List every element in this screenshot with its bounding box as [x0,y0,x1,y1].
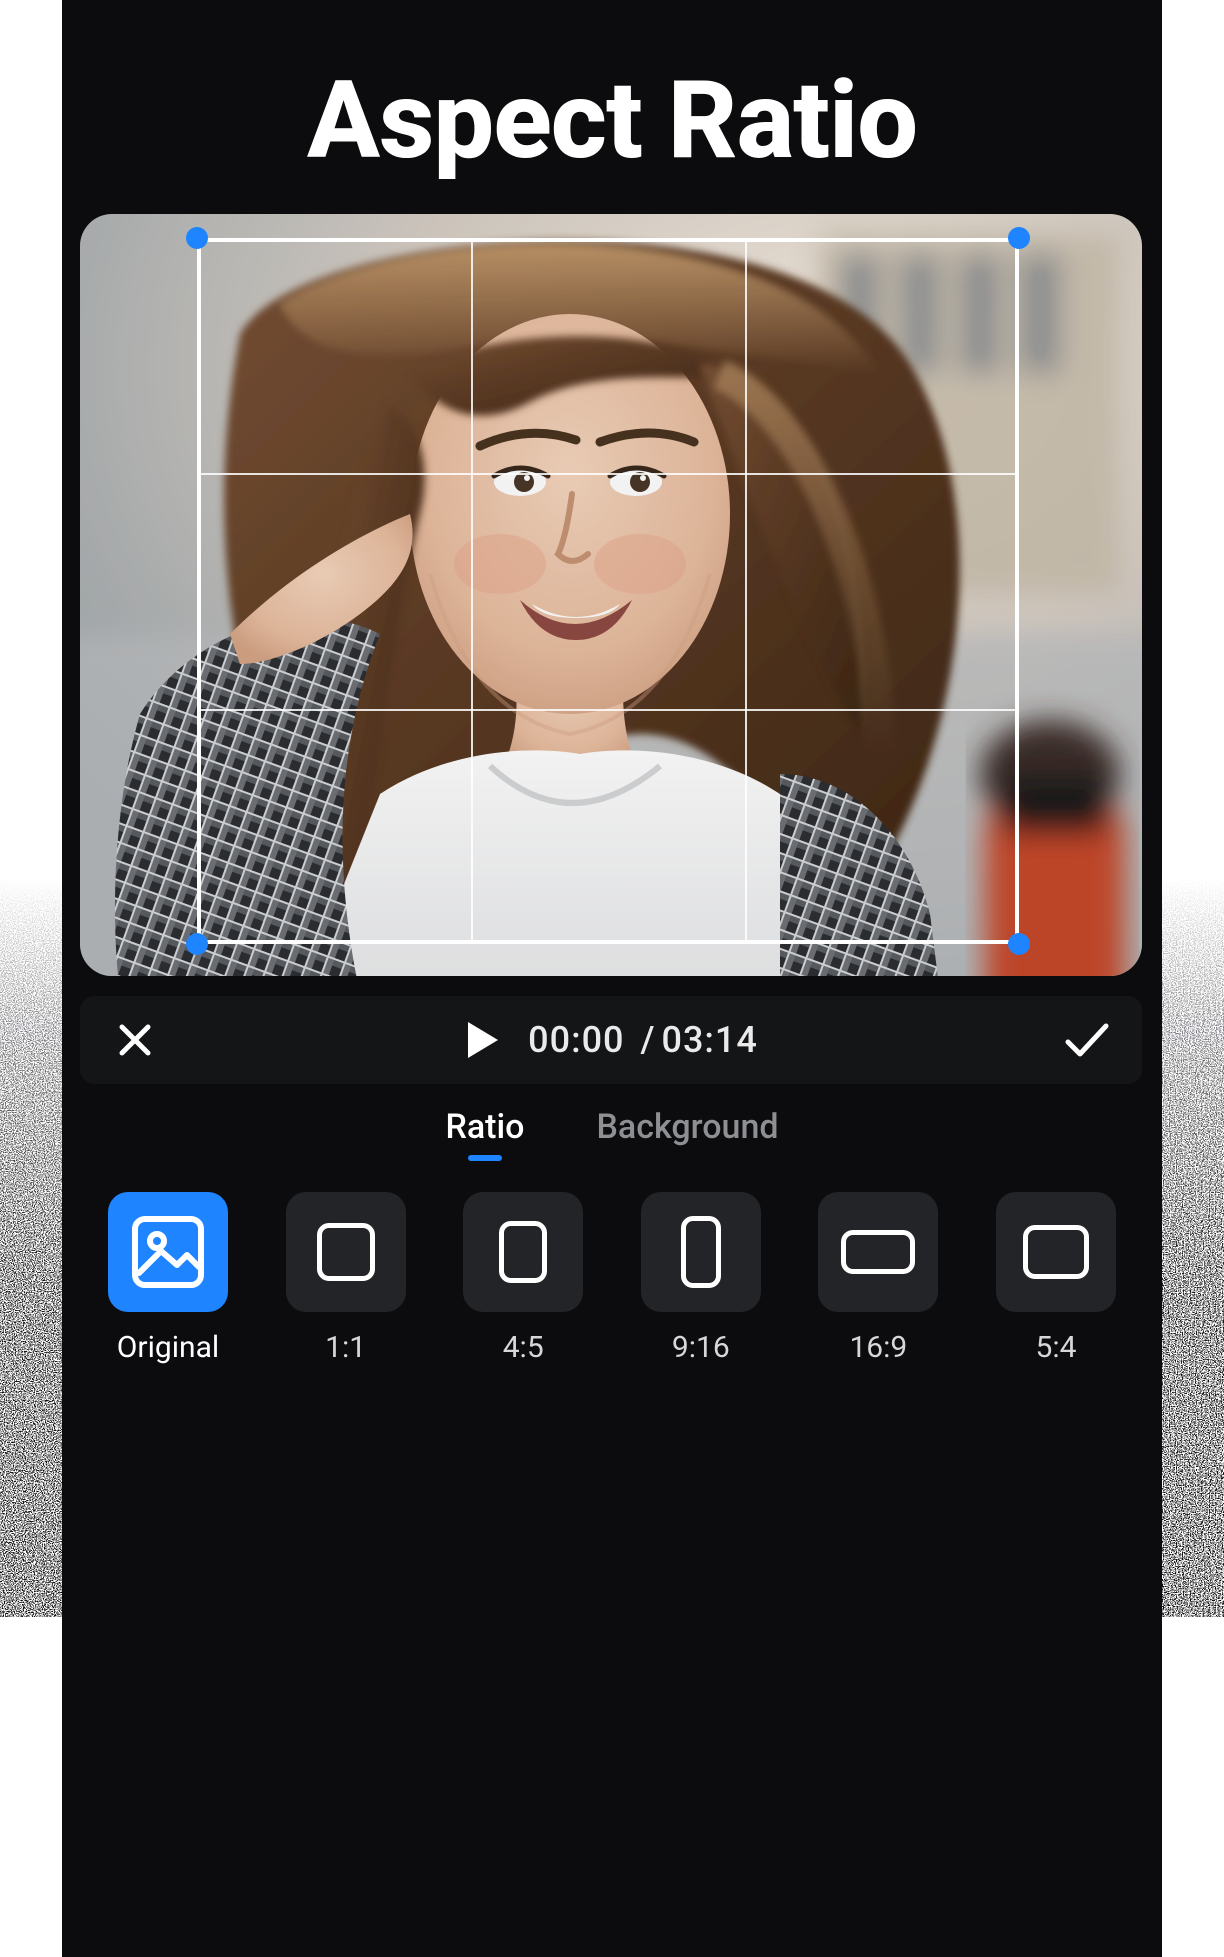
confirm-button[interactable] [1032,1022,1142,1058]
ratio-option-4-5[interactable]: 4:5 [447,1192,599,1365]
tab-ratio[interactable]: Ratio [445,1107,524,1147]
ratio-swatch-9-16 [641,1192,761,1312]
ratio-option-5-4[interactable]: 5:4 [980,1192,1132,1365]
ratio-swatch-original [108,1192,228,1312]
cancel-button[interactable] [80,1020,190,1060]
ratio-label-original: Original [117,1330,219,1365]
play-button[interactable] [464,1020,500,1060]
preview-image [80,214,1142,976]
ratio-swatch-4-5 [463,1192,583,1312]
ratio-label-4-5: 4:5 [503,1330,544,1365]
image-icon [129,1213,207,1291]
ratio-swatch-16-9 [818,1192,938,1312]
tab-background[interactable]: Background [596,1107,778,1147]
ratio-shape-16-9 [841,1230,915,1274]
ratio-shape-1-1 [317,1223,375,1281]
ratio-swatch-1-1 [286,1192,406,1312]
media-preview[interactable] [80,214,1142,976]
app-frame: Aspect Ratio [62,0,1162,1957]
check-icon [1064,1022,1110,1058]
ratio-option-9-16[interactable]: 9:16 [625,1192,777,1365]
ratio-option-16-9[interactable]: 16:9 [802,1192,954,1365]
current-time: 00:00 [528,1019,624,1061]
ratio-option-original[interactable]: Original [92,1192,244,1365]
ratio-label-5-4: 5:4 [1035,1330,1076,1365]
tab-bar: Ratio Background [62,1092,1162,1162]
ratio-shape-4-5 [499,1221,547,1283]
ratio-label-1-1: 1:1 [325,1330,366,1365]
page-title: Aspect Ratio [62,58,1162,184]
total-duration: 03:14 [662,1019,758,1061]
time-separator: / [640,1019,655,1061]
ratio-label-16-9: 16:9 [849,1330,907,1365]
time-display: 00:00 /03:14 [528,1019,758,1061]
playback-bar: 00:00 /03:14 [80,996,1142,1084]
ratio-options: Original 1:1 4:5 9:16 16:9 5:4 [62,1192,1162,1365]
ratio-option-1-1[interactable]: 1:1 [270,1192,422,1365]
ratio-shape-9-16 [681,1216,721,1288]
close-icon [115,1020,155,1060]
play-icon [464,1020,500,1060]
ratio-label-9-16: 9:16 [672,1330,730,1365]
ratio-swatch-5-4 [996,1192,1116,1312]
ratio-shape-5-4 [1023,1225,1089,1279]
